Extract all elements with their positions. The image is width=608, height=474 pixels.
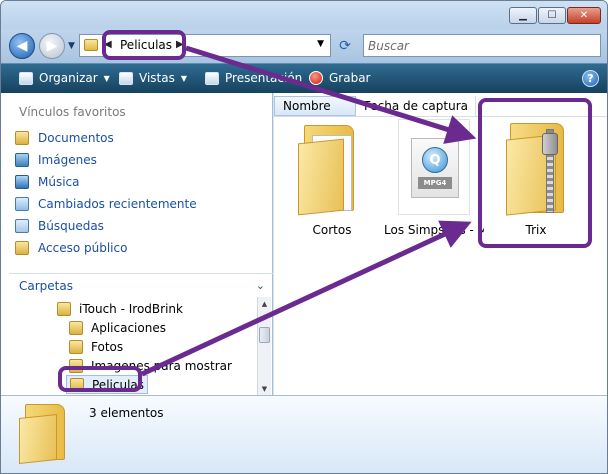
navigation-pane: Vínculos favoritos Documentos Imágenes M… xyxy=(1,93,273,395)
command-toolbar: Organizar ▼ Vistas ▼ Presentación Grabar… xyxy=(1,63,607,93)
folder-icon xyxy=(19,404,65,464)
search-box[interactable] xyxy=(363,34,601,57)
mpg4-badge: MPG4 xyxy=(418,177,452,189)
favorite-public[interactable]: Acceso público xyxy=(15,237,197,259)
favorite-pictures[interactable]: Imágenes xyxy=(15,149,197,171)
presentation-label: Presentación xyxy=(225,71,303,85)
record-label: Grabar xyxy=(329,71,371,85)
views-icon xyxy=(119,71,133,85)
favorite-label: Búsquedas xyxy=(38,219,104,233)
column-name[interactable]: Nombre xyxy=(274,96,356,116)
chevron-down-icon: ▼ xyxy=(180,73,187,83)
favorites-list: Documentos Imágenes Música Cambiados rec… xyxy=(15,127,197,259)
item-count: 3 elementos xyxy=(89,406,164,420)
search-input[interactable] xyxy=(364,35,600,56)
forward-arrow-icon: ▶ xyxy=(46,38,58,54)
tree-item-fotos[interactable]: Fotos xyxy=(69,337,123,356)
address-dropdown-icon[interactable]: ▼ xyxy=(317,39,324,49)
scroll-down-icon[interactable]: ▼ xyxy=(258,382,271,395)
close-icon: ✕ xyxy=(579,10,589,21)
tree-item-label: iTouch - IrodBrink xyxy=(79,301,183,316)
close-button[interactable]: ✕ xyxy=(567,7,601,24)
quicktime-icon: Q xyxy=(422,147,448,173)
address-bar: ◀ ▶ ▼ ◀ Peliculas ▶ ▼ ⟳ xyxy=(1,29,607,63)
chevron-down-icon: ▼ xyxy=(68,41,75,51)
column-date[interactable]: Fecha de captura xyxy=(356,96,476,116)
folders-toggle[interactable]: Carpetas ⌄ xyxy=(9,273,273,297)
forward-button[interactable]: ▶ xyxy=(39,33,65,59)
window-controls: ▁ ☐ ✕ xyxy=(508,7,601,24)
favorite-searches[interactable]: Búsquedas xyxy=(15,215,197,237)
folder-tree-scrollbar[interactable]: ▲ ▼ xyxy=(257,297,271,395)
organize-icon xyxy=(19,71,33,85)
favorite-recent[interactable]: Cambiados recientemente xyxy=(15,193,197,215)
minimize-button[interactable]: ▁ xyxy=(509,7,537,24)
pictures-icon xyxy=(15,153,29,167)
annotation-box-tree xyxy=(58,366,142,392)
folder-icon xyxy=(57,301,71,316)
annotation-box-address xyxy=(102,30,186,60)
favorite-music[interactable]: Música xyxy=(15,171,197,193)
folder-icon xyxy=(69,339,83,354)
folder-icon xyxy=(15,241,29,255)
views-button[interactable]: Vistas ▼ xyxy=(119,71,187,85)
recent-icon xyxy=(15,197,29,211)
tree-item-itouch[interactable]: iTouch - IrodBrink xyxy=(57,299,183,318)
search-folder-icon xyxy=(15,219,29,233)
refresh-button[interactable]: ⟳ xyxy=(335,36,355,56)
tree-item-label: Fotos xyxy=(91,339,124,354)
organize-button[interactable]: Organizar ▼ xyxy=(19,71,110,85)
chevron-down-icon: ⌄ xyxy=(255,279,265,292)
record-button[interactable]: Grabar xyxy=(309,71,371,85)
title-bar: ▁ ☐ ✕ xyxy=(1,1,607,29)
favorite-label: Acceso público xyxy=(38,241,128,255)
folder-icon xyxy=(84,39,98,51)
tree-item-aplicaciones[interactable]: Aplicaciones xyxy=(69,318,166,337)
presentation-icon xyxy=(205,71,219,85)
file-name: Los Simpsons - Movie xyxy=(384,223,484,237)
organize-label: Organizar xyxy=(39,71,98,85)
details-pane: 3 elementos xyxy=(1,395,607,473)
tree-item-label: Aplicaciones xyxy=(91,320,166,335)
favorite-label: Música xyxy=(38,175,80,189)
scroll-up-icon[interactable]: ▲ xyxy=(258,297,271,310)
folder-icon xyxy=(298,125,360,216)
views-label: Vistas xyxy=(139,71,175,85)
presentation-button[interactable]: Presentación xyxy=(205,71,302,85)
favorite-label: Cambiados recientemente xyxy=(38,197,197,211)
favorite-label: Documentos xyxy=(38,131,114,145)
folder-icon xyxy=(69,320,83,335)
recent-pages-dropdown[interactable]: ▼ xyxy=(68,41,75,51)
minimize-icon: ▁ xyxy=(519,10,527,21)
favorite-documents[interactable]: Documentos xyxy=(15,127,197,149)
burn-icon xyxy=(309,71,323,85)
annotation-box-trix xyxy=(478,98,592,248)
folders-header: Carpetas xyxy=(19,278,73,293)
refresh-icon: ⟳ xyxy=(339,38,351,54)
favorite-label: Imágenes xyxy=(38,153,97,167)
scroll-thumb[interactable] xyxy=(259,327,270,343)
back-button[interactable]: ◀ xyxy=(9,33,35,59)
maximize-icon: ☐ xyxy=(547,10,557,21)
maximize-button[interactable]: ☐ xyxy=(538,7,566,24)
back-arrow-icon: ◀ xyxy=(16,38,28,54)
chevron-down-icon: ▼ xyxy=(103,73,110,83)
help-icon[interactable]: ? xyxy=(582,70,599,87)
favorites-header: Vínculos favoritos xyxy=(19,105,126,119)
music-icon xyxy=(15,175,29,189)
folder-icon xyxy=(15,131,29,145)
file-name: Cortos xyxy=(312,223,352,237)
video-file-icon: Q MPG4 xyxy=(398,119,470,215)
